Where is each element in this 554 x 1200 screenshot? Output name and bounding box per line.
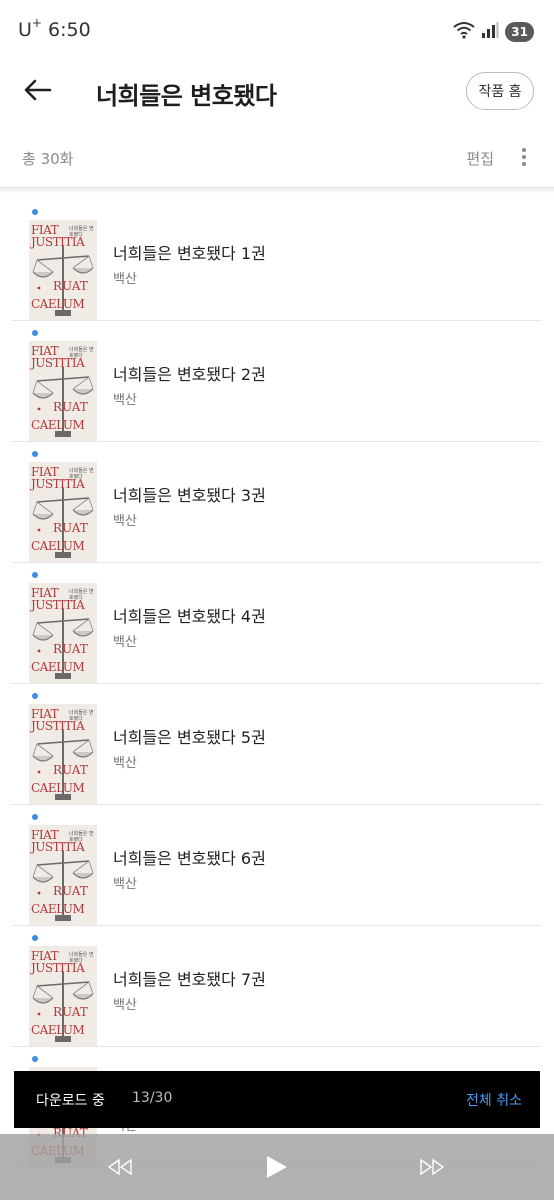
episode-item-3[interactable]: FIAT JUSTITIA 너희들은 변호됐다 RUAT CAELUM 너희들은… <box>0 442 554 563</box>
cover-subtitle: 너희들은 변호됐다 <box>69 226 94 238</box>
clock: 6:50 <box>48 19 91 41</box>
new-indicator-dot <box>32 330 38 336</box>
cover-subtitle: 너희들은 변호됐다 <box>69 952 94 964</box>
episode-item-2[interactable]: FIAT JUSTITIA 너희들은 변호됐다 RUAT CAELUM 너희들은… <box>0 321 554 442</box>
new-indicator-dot <box>32 935 38 941</box>
cover-text: RUAT <box>53 642 88 656</box>
book-cover-thumbnail: FIAT JUSTITIA 너희들은 변호됐다 RUAT CAELUM <box>29 341 97 441</box>
status-bar: U+ 6:50 31 <box>0 0 554 62</box>
carrier-plus: + <box>31 16 42 30</box>
wifi-icon <box>453 21 475 43</box>
carrier-time: U+ 6:50 <box>18 16 91 41</box>
cover-text: RUAT <box>53 763 88 777</box>
list-toolbar: 총 30화 편집 <box>0 124 554 188</box>
carrier-name: U <box>18 19 32 41</box>
new-indicator-dot <box>32 209 38 215</box>
episode-item-1[interactable]: FIAT JUSTITIA 너희들은 변호됐다 RUAT CAELUM 너희들은… <box>0 200 554 321</box>
page-title: 너희들은 변호됐다 <box>96 82 277 110</box>
episode-item-4[interactable]: FIAT JUSTITIA 너희들은 변호됐다 RUAT CAELUM 너희들은… <box>0 563 554 684</box>
book-cover-thumbnail: FIAT JUSTITIA 너희들은 변호됐다 RUAT CAELUM <box>29 825 97 925</box>
episode-author: 백산 <box>113 877 137 892</box>
episode-title: 너희들은 변호됐다 7권 <box>113 970 266 989</box>
cover-text: RUAT <box>53 400 88 414</box>
episode-title: 너희들은 변호됐다 1권 <box>113 244 266 263</box>
episode-title: 너희들은 변호됐다 3권 <box>113 486 266 505</box>
signal-icon <box>481 21 499 43</box>
episode-item-6[interactable]: FIAT JUSTITIA 너희들은 변호됐다 RUAT CAELUM 너희들은… <box>0 805 554 926</box>
cover-text: CAELUM <box>31 297 85 311</box>
cover-text: CAELUM <box>31 418 85 432</box>
episode-list: FIAT JUSTITIA 너희들은 변호됐다 RUAT CAELUM 너희들은… <box>0 200 554 1168</box>
back-button[interactable] <box>18 74 58 110</box>
book-cover-thumbnail: FIAT JUSTITIA 너희들은 변호됐다 RUAT CAELUM <box>29 220 97 320</box>
cover-subtitle: 너희들은 변호됐다 <box>69 710 94 722</box>
cover-subtitle: 너희들은 변호됐다 <box>69 589 94 601</box>
total-episode-count: 총 30화 <box>22 150 74 168</box>
cover-subtitle: 너희들은 변호됐다 <box>69 468 94 480</box>
cover-text: CAELUM <box>31 1023 85 1037</box>
episode-author: 백산 <box>113 756 137 771</box>
cover-text: CAELUM <box>31 902 85 916</box>
new-indicator-dot <box>32 451 38 457</box>
status-icons: 31 <box>453 20 534 44</box>
episode-author: 백산 <box>113 514 137 529</box>
rewind-icon[interactable] <box>106 1154 134 1180</box>
episode-title: 너희들은 변호됐다 2권 <box>113 365 266 384</box>
cover-text: RUAT <box>53 884 88 898</box>
episode-title: 너희들은 변호됐다 6권 <box>113 849 266 868</box>
book-cover-thumbnail: FIAT JUSTITIA 너희들은 변호됐다 RUAT CAELUM <box>29 704 97 804</box>
play-icon[interactable] <box>262 1154 290 1180</box>
fast-forward-icon[interactable] <box>418 1154 446 1180</box>
edit-button[interactable]: 편집 <box>466 148 494 169</box>
episode-item-5[interactable]: FIAT JUSTITIA 너희들은 변호됐다 RUAT CAELUM 너희들은… <box>0 684 554 805</box>
cover-text: RUAT <box>53 521 88 535</box>
new-indicator-dot <box>32 693 38 699</box>
cover-text: CAELUM <box>31 781 85 795</box>
cover-text: CAELUM <box>31 539 85 553</box>
download-status-label: 다운로드 중 <box>36 1093 105 1109</box>
cover-text: RUAT <box>53 279 88 293</box>
cover-subtitle: 너희들은 변호됐다 <box>69 831 94 843</box>
download-progress-count: 13/30 <box>132 1090 173 1106</box>
episode-author: 백산 <box>113 393 137 408</box>
book-cover-thumbnail: FIAT JUSTITIA 너희들은 변호됐다 RUAT CAELUM <box>29 583 97 683</box>
book-cover-thumbnail: FIAT JUSTITIA 너희들은 변호됐다 RUAT CAELUM <box>29 946 97 1046</box>
episode-author: 백산 <box>113 635 137 650</box>
series-home-button[interactable]: 작품 홈 <box>466 72 534 110</box>
episode-author: 백산 <box>113 998 137 1013</box>
back-arrow-icon <box>24 79 52 105</box>
episode-item-7[interactable]: FIAT JUSTITIA 너희들은 변호됐다 RUAT CAELUM 너희들은… <box>0 926 554 1047</box>
cover-text: RUAT <box>53 1005 88 1019</box>
battery-icon: 31 <box>505 22 534 42</box>
cover-subtitle: 너희들은 변호됐다 <box>69 347 94 359</box>
new-indicator-dot <box>32 572 38 578</box>
cover-text: CAELUM <box>31 660 85 674</box>
toolbar-shadow <box>0 188 554 194</box>
download-progress-bar: 다운로드 중 13/30 전체 취소 <box>14 1071 540 1128</box>
new-indicator-dot <box>32 814 38 820</box>
episode-title: 너희들은 변호됐다 5권 <box>113 728 266 747</box>
new-indicator-dot <box>32 1056 38 1062</box>
episode-author: 백산 <box>113 272 137 287</box>
more-vertical-icon[interactable] <box>516 144 532 170</box>
episode-title: 너희들은 변호됐다 4권 <box>113 607 266 626</box>
player-bar <box>0 1134 554 1200</box>
cancel-all-button[interactable]: 전체 취소 <box>466 1090 522 1110</box>
book-cover-thumbnail: FIAT JUSTITIA 너희들은 변호됐다 RUAT CAELUM <box>29 462 97 562</box>
app-header: 너희들은 변호됐다 작품 홈 <box>0 62 554 124</box>
